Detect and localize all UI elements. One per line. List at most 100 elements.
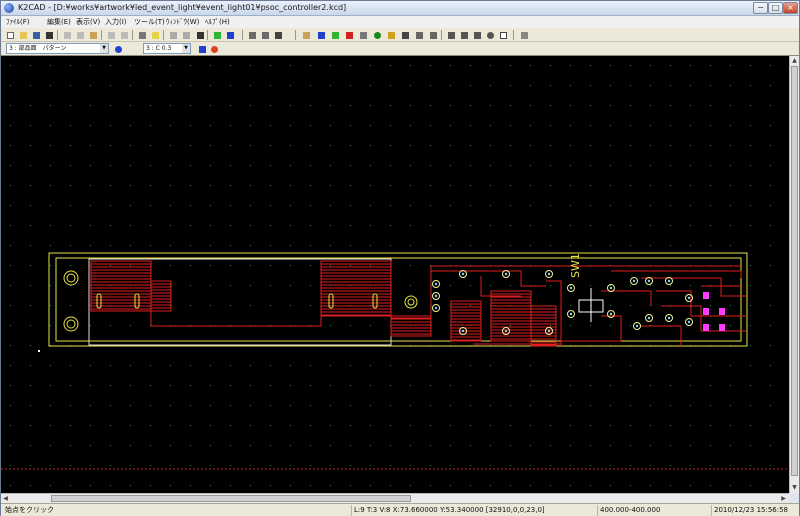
menu-file[interactable]: ﾌｧｲﾙ(F)	[6, 17, 30, 27]
save-all-icon[interactable]	[43, 29, 54, 40]
scroll-left-icon[interactable]: ◀	[1, 494, 10, 503]
via	[647, 279, 651, 283]
arc-icon[interactable]	[357, 29, 368, 40]
toolbar-separator	[207, 30, 208, 40]
pen-icon[interactable]	[385, 29, 396, 40]
grid-icon[interactable]	[167, 29, 178, 40]
zoom-fit-icon[interactable]	[194, 29, 205, 40]
snap-icon[interactable]	[180, 29, 191, 40]
menu-window[interactable]: ｳｨﾝﾄﾞｳ(W)	[166, 17, 199, 27]
scroll-right-icon[interactable]: ▶	[779, 494, 788, 503]
smd-part	[703, 292, 709, 299]
line-width-select[interactable]: 3 : C 0.3 ▼	[143, 43, 191, 54]
layer-toolbar: 3 : 部品面 パターン ▼ 3 : C 0.3 ▼	[1, 42, 799, 56]
redo-icon[interactable]	[118, 29, 129, 40]
via	[434, 294, 438, 298]
undo-icon[interactable]	[105, 29, 116, 40]
menu-tools[interactable]: ツール(T)	[134, 17, 165, 27]
via	[632, 279, 636, 283]
vertical-scroll-thumb[interactable]	[791, 66, 798, 476]
print-icon[interactable]	[136, 29, 147, 40]
via	[434, 282, 438, 286]
window-icon[interactable]	[259, 29, 270, 40]
text-icon[interactable]	[399, 29, 410, 40]
save-icon[interactable]	[30, 29, 41, 40]
add-icon[interactable]	[211, 29, 222, 40]
scroll-down-icon[interactable]: ▼	[790, 483, 799, 492]
menu-input[interactable]: 入力(I)	[105, 17, 127, 27]
hammer-icon[interactable]	[272, 29, 283, 40]
pan-icon[interactable]	[471, 29, 482, 40]
menu-help[interactable]: ﾍﾙﾌﾟ(H)	[205, 17, 230, 27]
layers-icon[interactable]	[518, 29, 529, 40]
smd-part	[719, 308, 725, 315]
via	[569, 312, 573, 316]
via	[504, 272, 508, 276]
view-icon[interactable]	[497, 29, 508, 40]
component-icon[interactable]	[343, 29, 354, 40]
scroll-up-icon[interactable]: ▲	[790, 56, 799, 65]
main-window: K2CAD - [D:¥works¥artwork¥led_event_ligh…	[0, 0, 800, 516]
status-hint: 始点をクリック	[5, 506, 54, 514]
zoom-icon[interactable]	[484, 29, 495, 40]
smd-part	[703, 308, 709, 315]
minimize-button[interactable]: −	[753, 2, 768, 14]
layer-select-value: 3 : 部品面 パターン	[9, 45, 67, 52]
via	[504, 329, 508, 333]
measure-icon[interactable]	[413, 29, 424, 40]
pcb-canvas[interactable]: SW1	[1, 56, 789, 493]
zoom-area-icon[interactable]	[445, 29, 456, 40]
mirror-icon[interactable]	[427, 29, 438, 40]
title-bar[interactable]: K2CAD - [D:¥works¥artwork¥led_event_ligh…	[1, 1, 799, 16]
paste-icon[interactable]	[87, 29, 98, 40]
select-icon[interactable]	[300, 29, 311, 40]
help-icon[interactable]	[149, 29, 160, 40]
window-title: K2CAD - [D:¥works¥artwork¥led_event_ligh…	[18, 3, 347, 12]
circle-icon[interactable]	[371, 29, 382, 40]
via	[434, 306, 438, 310]
horizontal-scroll-thumb[interactable]	[51, 495, 411, 502]
via	[687, 296, 691, 300]
layer-select[interactable]: 3 : 部品面 パターン ▼	[6, 43, 109, 54]
flag-icon[interactable]	[224, 29, 235, 40]
line-icon[interactable]	[329, 29, 340, 40]
toolbar-separator	[57, 30, 58, 40]
cut-icon[interactable]	[61, 29, 72, 40]
zoom-window-icon[interactable]	[458, 29, 469, 40]
maximize-button[interactable]: □	[768, 2, 783, 14]
line-style-icon[interactable]	[196, 43, 207, 54]
pointer-icon[interactable]	[315, 29, 326, 40]
toolbar-separator	[441, 30, 442, 40]
vertical-scrollbar[interactable]: ▲ ▼	[789, 56, 799, 493]
via	[635, 324, 639, 328]
main-toolbar	[1, 28, 799, 42]
toolbar-separator	[163, 30, 164, 40]
via	[609, 312, 613, 316]
via	[667, 316, 671, 320]
app-icon	[4, 3, 14, 13]
menu-view[interactable]: 表示(V)	[76, 17, 100, 27]
status-datetime: 2010/12/23 15:56:58	[711, 505, 797, 516]
horizontal-scrollbar[interactable]: ◀ ▶	[1, 493, 789, 503]
open-folder-icon[interactable]	[17, 29, 28, 40]
new-file-icon[interactable]	[4, 29, 15, 40]
toolbar-separator	[101, 30, 102, 40]
close-button[interactable]: ×	[783, 2, 798, 14]
via	[667, 279, 671, 283]
via	[547, 272, 551, 276]
menu-edit[interactable]: 編集(E)	[47, 17, 71, 27]
copy-icon[interactable]	[74, 29, 85, 40]
palette-icon[interactable]	[208, 43, 219, 54]
chevron-down-icon: ▼	[100, 44, 108, 53]
via	[569, 286, 573, 290]
pcb-drawing: SW1	[1, 56, 789, 493]
cursor-origin	[38, 350, 40, 352]
screen-icon[interactable]	[246, 29, 257, 40]
smd-part	[703, 324, 709, 331]
via	[461, 329, 465, 333]
status-bar: 始点をクリック L:9 T:3 V:8 X:73.660000 Y:53.340…	[1, 503, 799, 516]
toolbar-separator	[242, 30, 243, 40]
status-scale: 400.000-400.000	[597, 505, 707, 516]
via	[647, 316, 651, 320]
layer-color-icon[interactable]	[112, 43, 123, 54]
